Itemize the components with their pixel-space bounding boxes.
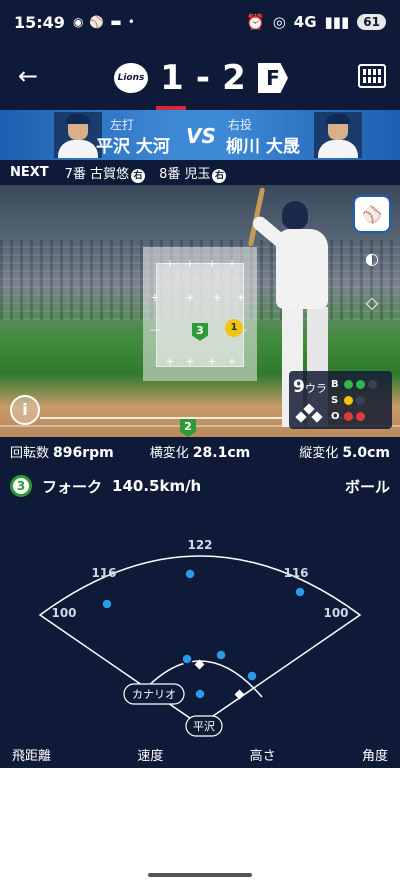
zone-grid-mark: + [227,257,237,270]
pitcher-name: 柳川 大晟 [226,137,300,157]
fighters-logo: F [257,63,288,93]
strike-count: S [331,392,377,408]
pitch-view-icon[interactable]: ⚾ [353,195,391,233]
col-distance: 飛距離 [12,748,52,764]
next-batters: NEXT 7番 古賀悠右 8番 児玉右 [0,160,400,185]
away-score: 2 [222,58,248,98]
battery-icon: 61 [357,14,386,30]
pitch-result: ボール [344,477,390,496]
baseball-icon: ⚾ [89,15,105,29]
zone-grid-mark: + [212,291,222,304]
first-base [234,689,245,700]
pitch-number-badge: 3 [10,475,32,497]
batter-avatar [54,112,102,158]
game-header: ← Lions 1 - 2 F [0,44,400,110]
zone-grid-mark: + [207,257,217,270]
zone-grid-mark: + [207,355,217,368]
status-bar: 15:49 ◉ ⚾ ▬ • ⏰ ◎ 4G ▮▮▮ 61 [0,0,400,44]
app-icon: ▬ [110,15,122,29]
matchup-bar: 左打 平沢 大河 VS 右投 柳川 大晟 [0,110,400,160]
home-score: 1 [160,58,186,98]
spin-rate: 回転数 896rpm [10,444,114,461]
distance-label: 100 [323,606,348,620]
alarm-icon: ⏰ [246,13,265,31]
zone-grid-mark: — [150,323,161,336]
fielder-position[interactable] [294,586,306,598]
inning: 9ウラ [293,377,327,397]
info-icon[interactable]: i [10,395,40,425]
zone-grid-mark: + [185,257,195,270]
pitch-summary: 3 フォーク 140.5km/h ボール [0,465,400,507]
pitcher-avatar [314,112,362,158]
horizontal-break: 横変化 28.1cm [149,444,251,461]
fielder-position[interactable] [101,598,113,610]
zone-grid-mark: + [227,355,237,368]
next-label: NEXT [10,165,49,180]
zone-grid-mark: + [185,355,195,368]
strike-zone [156,263,244,367]
field-view-icon[interactable]: ◇ [353,283,391,321]
count-panel: 9ウラ B S O [289,371,392,429]
view-tools: ⚾ ◐ ◇ [353,195,391,321]
batter-name: 平沢 大河 [96,137,170,157]
zone-grid-mark: + [150,291,160,304]
runner-tag: カナリオ [132,688,176,701]
col-speed: 速度 [137,748,164,764]
vertical-break: 縦変化 5.0cm [299,444,390,461]
col-height: 高さ [249,748,276,764]
distance-label: 116 [91,566,116,580]
score-separator: - [195,58,213,98]
distance-label: 122 [187,538,212,552]
spray-chart: 122 116 116 100 100 カナリオ 平沢 [0,507,400,740]
fielder-position[interactable] [194,688,206,700]
dot-icon: • [127,15,135,29]
pitch-metrics: 回転数 896rpm 横変化 28.1cm 縦変化 5.0cm [0,437,400,465]
bso-lamps: B S O [331,376,377,424]
distance-label: 116 [283,566,308,580]
fielder-position[interactable] [184,568,196,580]
fielder-position[interactable] [215,649,227,661]
content-empty-area [0,768,400,888]
status-time: 15:49 [14,12,65,32]
fielder-position[interactable] [181,653,193,665]
zone-grid-mark: + [165,355,175,368]
inning-half: ウラ [304,382,327,395]
hotspot-icon: ◎ [272,13,286,31]
hit-stats-header: 飛距離 速度 高さ 角度 [0,740,400,768]
hand-badge: 右 [212,168,227,183]
messenger-icon: ◉ [72,15,84,29]
network-type: 4G [293,13,317,31]
home-indicator[interactable] [148,873,252,877]
ball-count: B [331,376,377,392]
pitch-view: + + + + + + + + — — + + + + 3 1 2 ⚾ ◐ ◇ … [0,185,400,437]
notification-icons: ◉ ⚾ ▬ • [73,15,135,29]
bases-icon [295,403,323,423]
scoreboard: Lions 1 - 2 F [112,56,288,100]
next-batter: 8番 児玉右 [159,163,227,183]
pitch-location-marker[interactable]: 2 [180,419,196,437]
batter-tag: 平沢 [193,719,215,733]
field-diagram: 122 116 116 100 100 カナリオ 平沢 [38,538,362,737]
zone-grid-mark: + [185,291,195,304]
next-batter: 7番 古賀悠右 [65,163,146,183]
col-angle: 角度 [361,748,388,764]
lions-logo: Lions [112,61,150,95]
vs-label: VS [186,124,216,148]
back-arrow-icon[interactable]: ← [14,62,42,90]
distance-label: 100 [51,606,76,620]
bat-view-icon[interactable]: ◐ [353,239,391,277]
fielder-position[interactable] [246,670,258,682]
scoreboard-grid-icon[interactable] [358,64,386,88]
signal-icon: ▮▮▮ [324,13,350,31]
pitcher-hand: 右投 [228,118,253,132]
batter-hand: 左打 [110,118,135,132]
pitch-speed: 140.5km/h [112,477,202,495]
hand-badge: 右 [131,168,146,183]
zone-grid-mark: + [165,257,175,270]
pitch-type: フォーク [42,477,103,496]
out-count: O [331,408,377,424]
